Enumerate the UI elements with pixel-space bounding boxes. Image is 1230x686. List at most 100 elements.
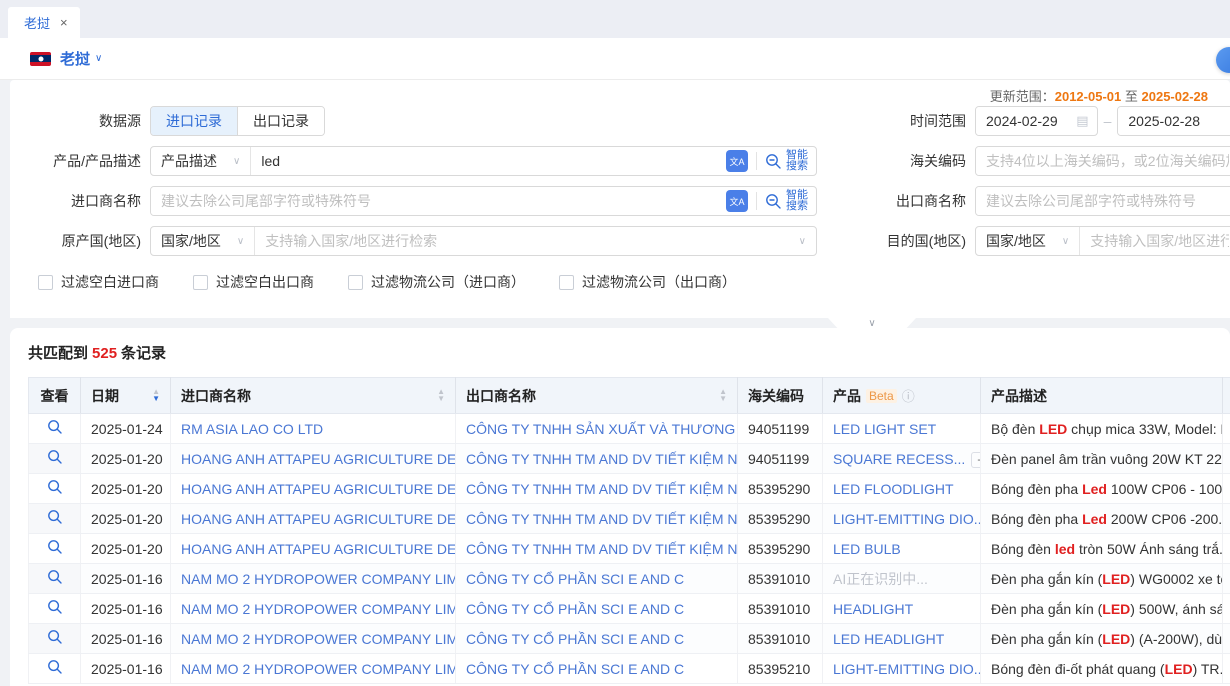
description-text: Đèn panel âm trần vuông 20W KT 22... — [991, 451, 1223, 467]
country-selector-label[interactable]: 老挝 — [60, 48, 90, 69]
view-record-button[interactable] — [47, 419, 63, 435]
importer-link[interactable]: RM ASIA LAO CO LTD — [181, 421, 323, 437]
filter-checkbox-3[interactable]: 过滤物流公司（出口商） — [559, 272, 736, 292]
origin-search-input[interactable] — [255, 227, 798, 255]
importer-name-input[interactable] — [151, 187, 726, 215]
filter-checkbox-1[interactable]: 过滤空白出口商 — [193, 272, 314, 292]
keyword-highlight: LED — [1102, 571, 1130, 587]
destination-search-input[interactable] — [1080, 227, 1230, 255]
exporter-link[interactable]: CÔNG TY CỔ PHẦN SCI E AND C — [466, 631, 684, 647]
hs-code-input[interactable] — [976, 147, 1230, 175]
floating-help-button[interactable] — [1216, 47, 1230, 73]
view-record-button[interactable] — [47, 539, 63, 555]
sort-desc-icon[interactable]: ▼ — [437, 396, 445, 403]
tab-laos[interactable]: 老挝 × — [8, 7, 80, 38]
date-sort-control[interactable]: ▲▼ — [152, 389, 160, 403]
view-record-icon — [47, 569, 63, 585]
close-icon[interactable]: × — [60, 15, 68, 30]
keyword-highlight: Led — [1082, 511, 1107, 527]
importer-link[interactable]: HOANG ANH ATTAPEU AGRICULTURE DEVE... — [181, 511, 456, 527]
view-record-button[interactable] — [47, 449, 63, 465]
view-record-button[interactable] — [47, 479, 63, 495]
date-end-input[interactable] — [1118, 107, 1230, 135]
sort-desc-icon[interactable]: ▼ — [719, 396, 727, 403]
summary-prefix: 共匹配到 — [28, 345, 88, 362]
product-link[interactable]: HEADLIGHT — [833, 601, 913, 617]
checkbox-icon[interactable] — [193, 275, 208, 290]
filter-checkbox-0[interactable]: 过滤空白进口商 — [38, 272, 159, 292]
exporter-link[interactable]: CÔNG TY CỔ PHẦN SCI E AND C — [466, 571, 684, 587]
translate-icon[interactable]: 文A — [726, 150, 748, 172]
exporter-link[interactable]: CÔNG TY TNHH TM AND DV TIẾT KIỆM NĂ... — [466, 511, 738, 527]
importer-link[interactable]: NAM MO 2 HYDROPOWER COMPANY LIMI... — [181, 661, 456, 677]
importer-link[interactable]: NAM MO 2 HYDROPOWER COMPANY LIMI... — [181, 631, 456, 647]
filter-checkbox-2[interactable]: 过滤物流公司（进口商） — [348, 272, 525, 292]
sort-desc-icon[interactable]: ▼ — [152, 396, 160, 403]
product-cell: SQUARE RECESS... + 1 — [823, 444, 981, 474]
col-importer-label: 进口商名称 — [181, 386, 251, 406]
exporter-sort-control[interactable]: ▲▼ — [719, 389, 727, 403]
chevron-down-icon: ∨ — [233, 156, 240, 167]
checkbox-icon[interactable] — [348, 275, 363, 290]
product-search-input[interactable] — [251, 147, 726, 175]
more-products-badge[interactable]: + 1 — [971, 452, 980, 468]
smart-search-button[interactable]: 智能 搜索 — [765, 190, 816, 212]
importer-cell: RM ASIA LAO CO LTD — [171, 414, 456, 444]
checkbox-icon[interactable] — [559, 275, 574, 290]
view-record-button[interactable] — [47, 599, 63, 615]
view-cell — [29, 594, 81, 624]
product-link[interactable]: LIGHT-EMITTING DIO... — [833, 511, 981, 527]
exporter-cell: CÔNG TY TNHH TM AND DV TIẾT KIỆM NĂ... — [456, 504, 738, 534]
origin-country-select[interactable]: 国家/地区 ∨ — [151, 227, 255, 255]
importer-link[interactable]: NAM MO 2 HYDROPOWER COMPANY LIMI... — [181, 601, 456, 617]
info-icon[interactable]: ⓘ — [902, 386, 915, 405]
import-records-toggle[interactable]: 进口记录 — [151, 107, 237, 135]
importer-link[interactable]: HOANG ANH ATTAPEU AGRICULTURE DEVE... — [181, 481, 456, 497]
product-link[interactable]: LIGHT-EMITTING DIO... — [833, 661, 981, 677]
exporter-link[interactable]: CÔNG TY TNHH SẢN XUẤT VÀ THƯƠNG M... — [466, 421, 738, 437]
importer-label: 进口商名称 — [10, 191, 150, 211]
exporter-name-input[interactable] — [976, 187, 1230, 215]
exporter-cell: CÔNG TY CỔ PHẦN SCI E AND C — [456, 594, 738, 624]
col-desc: 产品描述 — [981, 378, 1223, 414]
table-row: 2025-01-16NAM MO 2 HYDROPOWER COMPANY LI… — [29, 654, 1230, 684]
product-link[interactable]: LED FLOODLIGHT — [833, 481, 954, 497]
col-exporter: 出口商名称 ▲▼ — [456, 378, 738, 414]
results-summary: 共匹配到525条记录 — [28, 342, 1230, 363]
overflow-cell — [1223, 444, 1230, 474]
calendar-icon[interactable]: ▤ — [1076, 113, 1096, 129]
translate-icon[interactable]: 文A — [726, 190, 748, 212]
smart-search-button[interactable]: 智能 搜索 — [765, 150, 816, 172]
checkbox-label: 过滤物流公司（出口商） — [582, 272, 736, 292]
destination-country-select[interactable]: 国家/地区 ∨ — [976, 227, 1080, 255]
tab-label: 老挝 — [24, 13, 50, 32]
product-link[interactable]: SQUARE RECESS... — [833, 451, 965, 467]
exporter-link[interactable]: CÔNG TY CỔ PHẦN SCI E AND C — [466, 661, 684, 677]
product-link[interactable]: LED BULB — [833, 541, 901, 557]
importer-sort-control[interactable]: ▲▼ — [437, 389, 445, 403]
export-records-toggle[interactable]: 出口记录 — [237, 107, 324, 135]
exporter-link[interactable]: CÔNG TY CỔ PHẦN SCI E AND C — [466, 601, 684, 617]
view-record-button[interactable] — [47, 629, 63, 645]
data-source-toggle: 进口记录 出口记录 — [150, 106, 325, 136]
keyword-highlight: led — [1055, 541, 1075, 557]
view-cell — [29, 474, 81, 504]
chevron-down-icon[interactable]: ∨ — [95, 53, 102, 64]
importer-link[interactable]: HOANG ANH ATTAPEU AGRICULTURE DEVE... — [181, 541, 456, 557]
product-link[interactable]: LED LIGHT SET — [833, 421, 936, 437]
view-record-button[interactable] — [47, 659, 63, 675]
exporter-link[interactable]: CÔNG TY TNHH TM AND DV TIẾT KIỆM NĂ... — [466, 541, 738, 557]
importer-cell: HOANG ANH ATTAPEU AGRICULTURE DEVE... — [171, 444, 456, 474]
importer-link[interactable]: NAM MO 2 HYDROPOWER COMPANY LIMI... — [181, 571, 456, 587]
view-record-button[interactable] — [47, 509, 63, 525]
importer-link[interactable]: HOANG ANH ATTAPEU AGRICULTURE DEVE... — [181, 451, 456, 467]
checkbox-icon[interactable] — [38, 275, 53, 290]
exporter-link[interactable]: CÔNG TY TNHH TM AND DV TIẾT KIỆM NĂ... — [466, 481, 738, 497]
hs-code-cell: 85391010 — [738, 624, 823, 654]
date-start-input[interactable] — [976, 107, 1076, 135]
exporter-link[interactable]: CÔNG TY TNHH TM AND DV TIẾT KIỆM NĂ... — [466, 451, 738, 467]
view-record-button[interactable] — [47, 569, 63, 585]
checkbox-label: 过滤物流公司（进口商） — [371, 272, 525, 292]
product-link[interactable]: LED HEADLIGHT — [833, 631, 944, 647]
product-type-select[interactable]: 产品描述 ∨ — [151, 147, 251, 175]
